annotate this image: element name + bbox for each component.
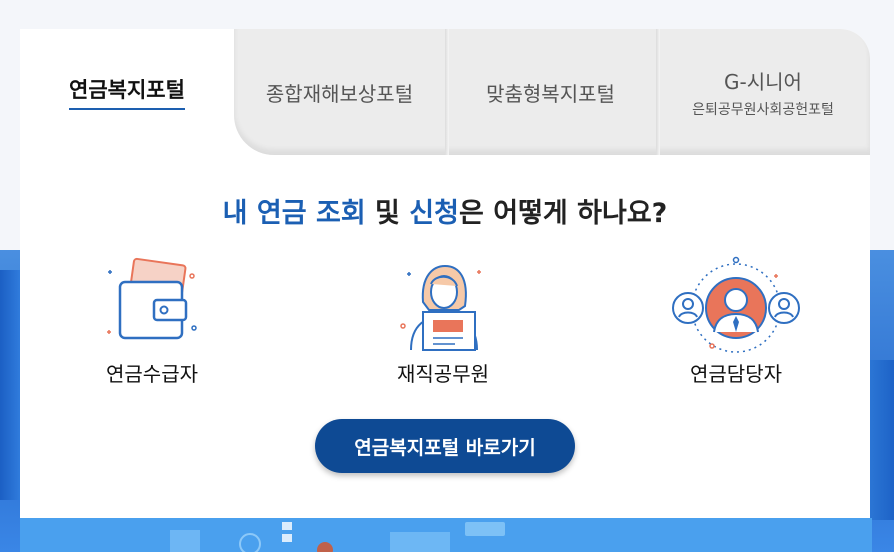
option-label: 연금수급자 [106,362,198,386]
go-to-pension-portal-button[interactable]: 연금복지포털 바로가기 [315,419,575,473]
option-pension-manager[interactable]: 연금담당자 [626,254,846,387]
tab-g-senior[interactable]: G-시니어 은퇴공무원사회공헌포털 [656,29,870,155]
bottom-banner-strip [20,518,872,552]
headline-question: 은 어떻게 하나요? [458,198,668,229]
civil-servant-icon [400,264,481,351]
page-headline: 내 연금 조회 및 신청은 어떻게 하나요? [20,191,870,230]
tab-label: G-시니어 [724,69,802,94]
tab-label: 종합재해보상포털 [265,81,414,106]
option-label: 재직공무원 [397,362,489,386]
headline-highlight-apply: 신청 [409,198,459,229]
tab-pension-welfare-portal[interactable]: 연금복지포털 [20,29,234,155]
tab-label: 맞춤형복지포털 [486,81,615,106]
headline-highlight-inquiry: 내 연금 조회 [222,198,366,229]
wallet-icon [107,257,197,340]
tab-custom-welfare-portal[interactable]: 맞춤형복지포털 [445,29,656,155]
user-type-options: 연금수급자 재직공무원 연금담당자 [20,254,870,424]
tab-accident-compensation-portal[interactable]: 종합재해보상포털 [234,29,445,155]
option-civil-servant[interactable]: 재직공무원 [333,254,553,387]
portal-card: 연금복지포털 종합재해보상포털 맞춤형복지포털 G-시니어 은퇴공무원사회공헌포… [20,29,870,518]
inactive-tabs: 종합재해보상포털 맞춤형복지포털 G-시니어 은퇴공무원사회공헌포털 [234,29,870,155]
portal-tabs: 연금복지포털 종합재해보상포털 맞춤형복지포털 G-시니어 은퇴공무원사회공헌포… [20,29,870,155]
banner-illustration [170,522,505,552]
headline-connector: 및 [365,198,410,229]
tab-sublabel: 은퇴공무원사회공헌포털 [692,101,834,118]
option-pension-recipient[interactable]: 연금수급자 [42,254,262,387]
option-label: 연금담당자 [690,362,782,386]
tab-label: 연금복지포털 [69,74,185,110]
pension-manager-icon [672,256,800,353]
